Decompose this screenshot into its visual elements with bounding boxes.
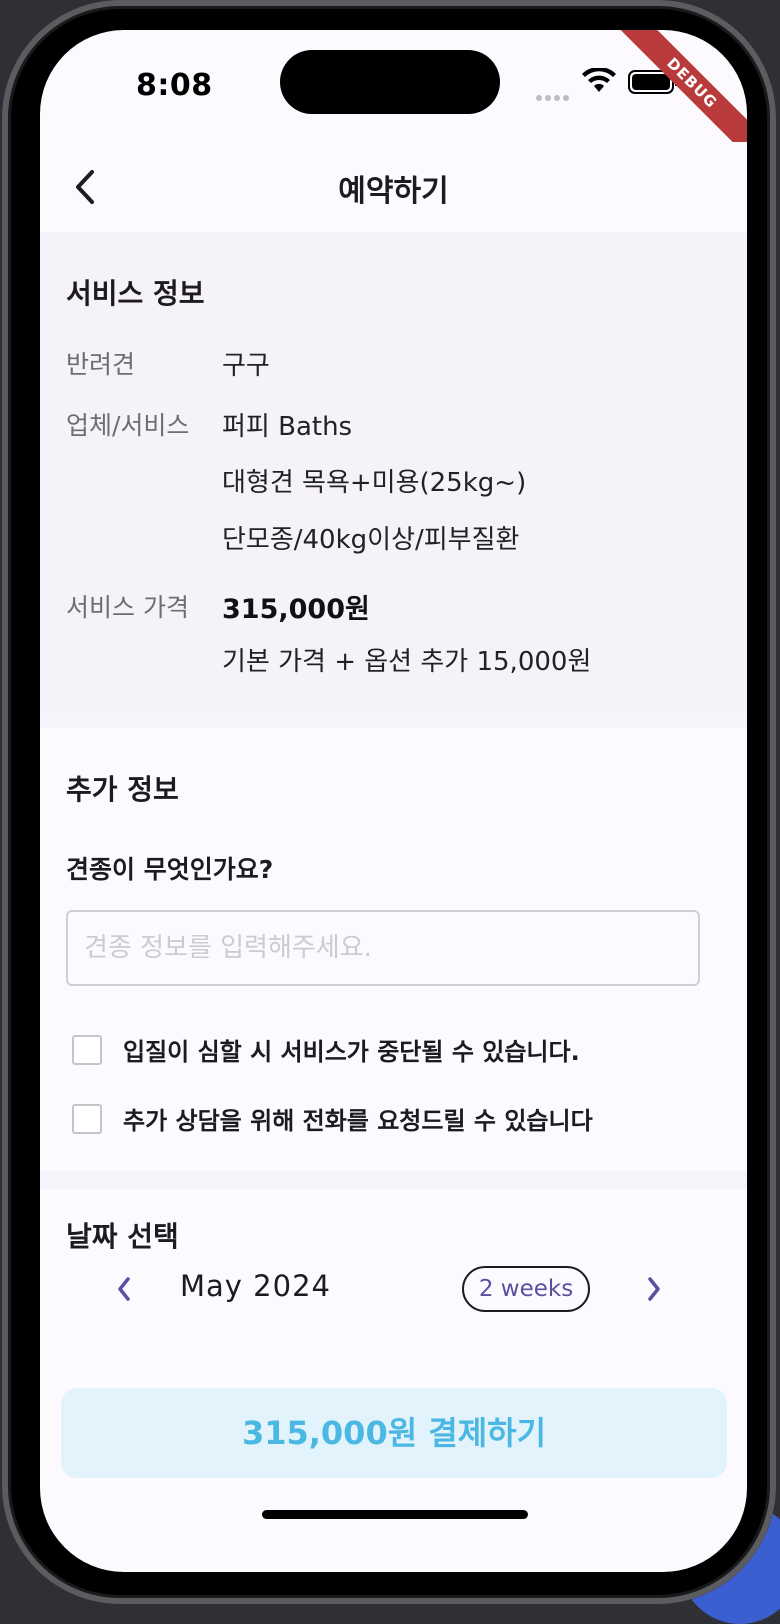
debug-banner: DEBUG [615, 30, 747, 160]
service-info-title: 서비스 정보 [66, 277, 205, 310]
pay-button[interactable]: 315,000원 결제하기 [61, 1388, 727, 1478]
service-info-section: 서비스 정보 반려견 구구 업체/서비스 퍼피 Baths 대형견 목욕+미용(… [40, 232, 747, 712]
checkbox-label: 추가 상담을 위해 전화를 요청드릴 수 있습니다 [123, 1107, 593, 1135]
checkbox[interactable] [72, 1034, 102, 1065]
company-value: 퍼피 Baths [222, 412, 353, 442]
next-month-icon[interactable] [638, 1269, 668, 1309]
date-select-title: 날짜 선택 [66, 1220, 179, 1253]
company-label: 업체/서비스 [66, 411, 190, 440]
app-screen: 8:08 DEBUG 예약하기 서비스 정보 반려견 구구 업체/서비스 퍼피 … [40, 30, 747, 1572]
page-title: 예약하기 [338, 174, 449, 209]
dynamic-island [280, 50, 500, 114]
phone-frame: 8:08 DEBUG 예약하기 서비스 정보 반려견 구구 업체/서비스 퍼피 … [2, 0, 776, 1604]
price-value: 315,000원 [222, 594, 370, 625]
checkbox-label: 입질이 심할 시 서비스가 중단될 수 있습니다. [123, 1038, 580, 1066]
status-time: 8:08 [136, 68, 213, 103]
extra-info-title: 추가 정보 [66, 773, 179, 806]
breed-input[interactable] [66, 910, 700, 986]
check-row-phone-consult[interactable]: 추가 상담을 위해 전화를 요청드릴 수 있습니다 [72, 1101, 593, 1136]
booking-content: 서비스 정보 반려견 구구 업체/서비스 퍼피 Baths 대형견 목욕+미용(… [40, 232, 747, 1372]
extra-info-section: 추가 정보 견종이 무엇인가요? 입질이 심할 시 서비스가 중단될 수 있습니… [40, 728, 747, 1171]
service-line: 단모종/40kg이상/피부질환 [222, 525, 520, 555]
cellular-signal-icon [536, 86, 572, 101]
wifi-icon [582, 68, 616, 92]
date-select-section: 날짜 선택 May 2024 2 weeks [40, 1189, 747, 1372]
price-note: 기본 가격 + 옵션 추가 15,000원 [222, 647, 592, 677]
home-indicator [262, 1510, 528, 1519]
breed-question: 견종이 무엇인가요? [66, 855, 274, 884]
pet-label: 반려견 [66, 350, 136, 379]
pet-value: 구구 [222, 351, 270, 381]
service-line: 대형견 목욕+미용(25kg~) [222, 468, 527, 498]
prev-month-icon[interactable] [110, 1269, 140, 1309]
calendar-format-toggle[interactable]: 2 weeks [462, 1266, 590, 1312]
price-label: 서비스 가격 [66, 593, 189, 622]
month-label: May 2024 [180, 1269, 331, 1303]
app-bar: 예약하기 [40, 142, 747, 232]
check-row-bite-warning[interactable]: 입질이 심할 시 서비스가 중단될 수 있습니다. [72, 1032, 580, 1067]
checkbox[interactable] [72, 1103, 102, 1134]
